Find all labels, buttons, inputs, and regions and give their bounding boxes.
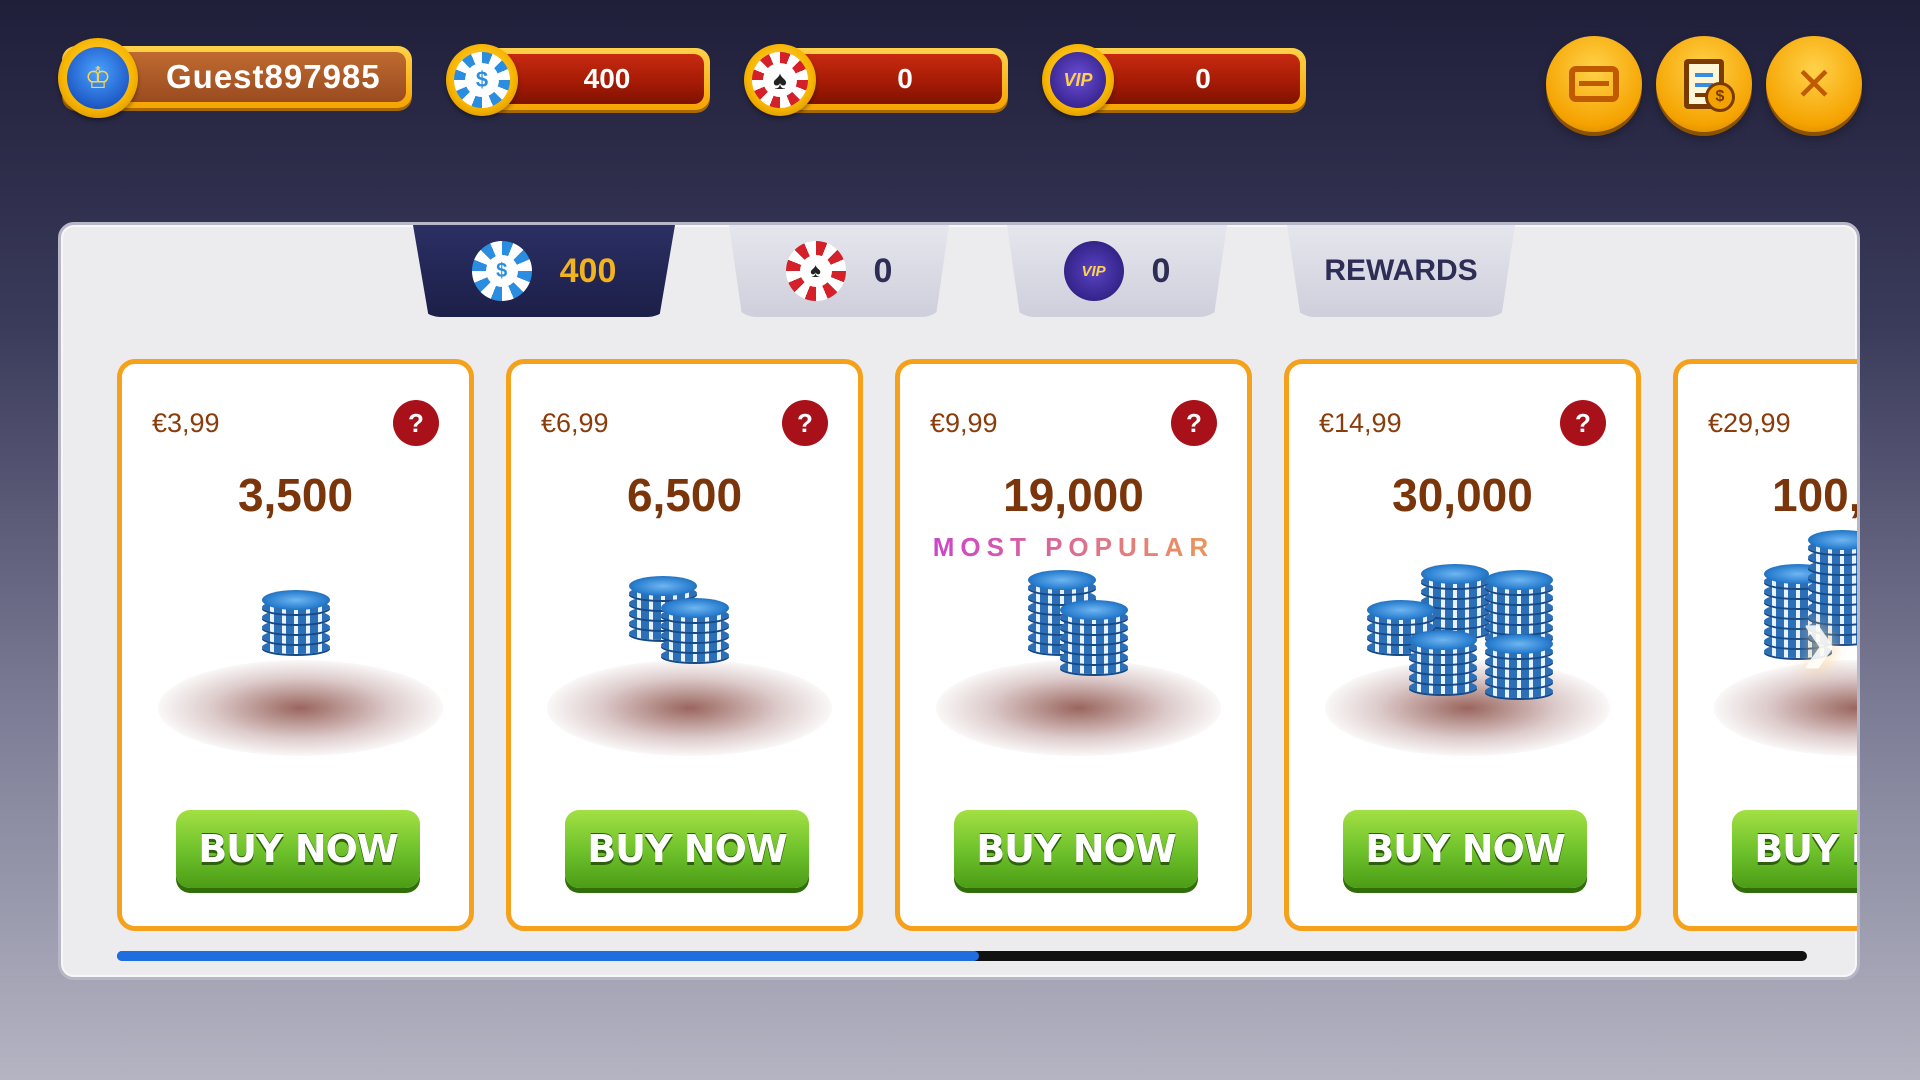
tab-rewards-label: REWARDS (1324, 254, 1478, 287)
product-card: €9,99 ? 19,000 MOST POPULAR BUY NOW (895, 359, 1252, 931)
red-spade-chip-icon: ♠ (744, 44, 816, 116)
product-card: €14,99 ? 30,000 BUY NOW (1284, 359, 1641, 931)
help-icon[interactable]: ? (1560, 400, 1606, 446)
tab-tournament[interactable]: ♠ 0 (729, 225, 949, 317)
product-price: €14,99 (1319, 408, 1402, 438)
history-button[interactable] (1656, 36, 1752, 132)
vip-coin-icon: VIP (1063, 241, 1124, 301)
buy-now-button[interactable]: BUY NOW (1343, 810, 1587, 888)
product-amount: 100,000 (1772, 469, 1857, 521)
tab-chips[interactable]: $ 400 (413, 225, 675, 317)
tab-vip-label: 0 (1151, 251, 1171, 290)
buy-now-button[interactable]: BUY NOW (1732, 810, 1857, 888)
blue-dollar-chip-icon: $ (471, 241, 532, 301)
shop-panel: $ 400 ♠ 0 VIP 0 REWARDS €3,99 ? 3,500 BU… (58, 222, 1860, 980)
chip-shadow (158, 660, 443, 756)
tab-vip[interactable]: VIP 0 (1007, 225, 1227, 317)
product-card: €6,99 ? 6,500 BUY NOW (506, 359, 863, 931)
help-icon[interactable]: ? (1171, 400, 1217, 446)
chip-shadow (547, 660, 832, 756)
product-amount: 30,000 (1392, 469, 1533, 521)
product-price: €3,99 (152, 408, 220, 438)
buy-now-button[interactable]: BUY NOW (565, 810, 809, 888)
buy-now-button[interactable]: BUY NOW (954, 810, 1198, 888)
tab-rewards[interactable]: REWARDS (1287, 225, 1515, 317)
red-spade-chip-icon: ♠ (785, 241, 846, 301)
product-card: €3,99 ? 3,500 BUY NOW (117, 359, 474, 931)
avatar[interactable]: ♔ (58, 38, 138, 118)
blue-dollar-chip-icon: $ (446, 44, 518, 116)
product-price: €9,99 (930, 408, 998, 438)
vip-coin-icon: VIP (1042, 44, 1114, 116)
product-amount: 19,000 (1003, 469, 1144, 521)
product-price: €6,99 (541, 408, 609, 438)
tab-tournament-label: 0 (873, 251, 893, 290)
tab-chips-label: 400 (559, 251, 617, 290)
most-popular-badge: MOST POPULAR (900, 532, 1247, 563)
wallet-button[interactable] (1546, 36, 1642, 132)
help-icon[interactable]: ? (393, 400, 439, 446)
product-amount: 3,500 (237, 469, 354, 521)
product-price: €29,99 (1708, 408, 1791, 438)
chip-shadow (936, 660, 1221, 756)
card-wallet-icon (1569, 66, 1619, 102)
help-icon[interactable]: ? (782, 400, 828, 446)
chevron-right-icon[interactable]: › (1789, 584, 1849, 694)
product-amount: 6,500 (626, 469, 743, 521)
scrollbar-thumb[interactable] (117, 951, 979, 961)
close-icon: ✕ (1794, 58, 1834, 110)
buy-now-button[interactable]: BUY NOW (176, 810, 420, 888)
transaction-history-icon (1684, 59, 1735, 112)
king-avatar-icon: ♔ (67, 47, 129, 109)
close-button[interactable]: ✕ (1766, 36, 1862, 132)
horizontal-scrollbar[interactable] (117, 951, 1807, 961)
